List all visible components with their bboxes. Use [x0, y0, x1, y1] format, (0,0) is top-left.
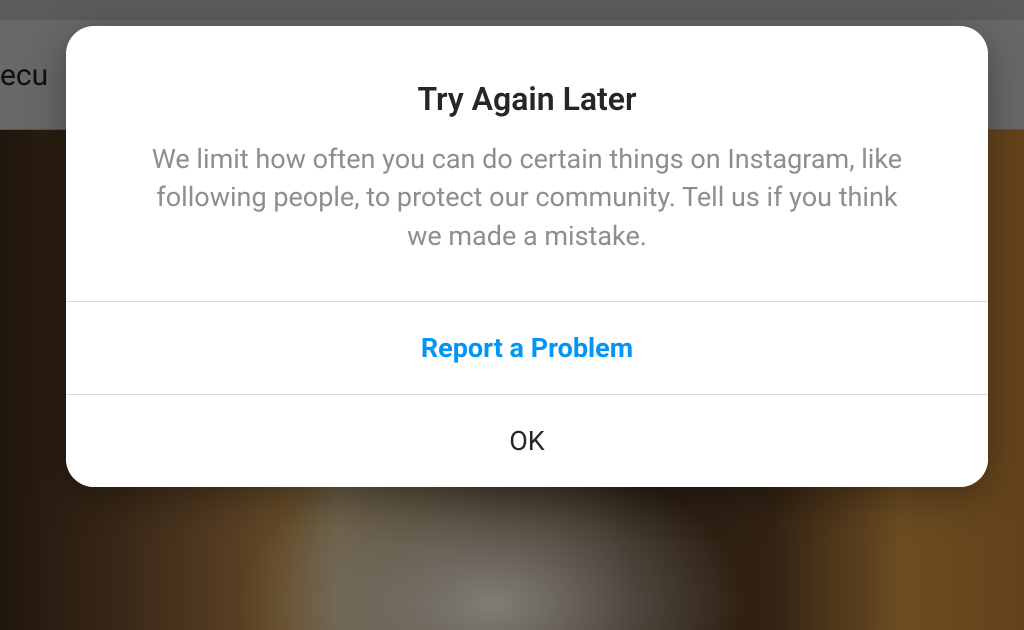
report-problem-button[interactable]: Report a Problem: [66, 301, 988, 394]
rate-limit-dialog: Try Again Later We limit how often you c…: [66, 26, 988, 487]
dialog-title: Try Again Later: [126, 80, 928, 118]
dialog-body: Try Again Later We limit how often you c…: [66, 26, 988, 301]
dialog-message: We limit how often you can do certain th…: [137, 140, 917, 255]
ok-button[interactable]: OK: [66, 394, 988, 487]
